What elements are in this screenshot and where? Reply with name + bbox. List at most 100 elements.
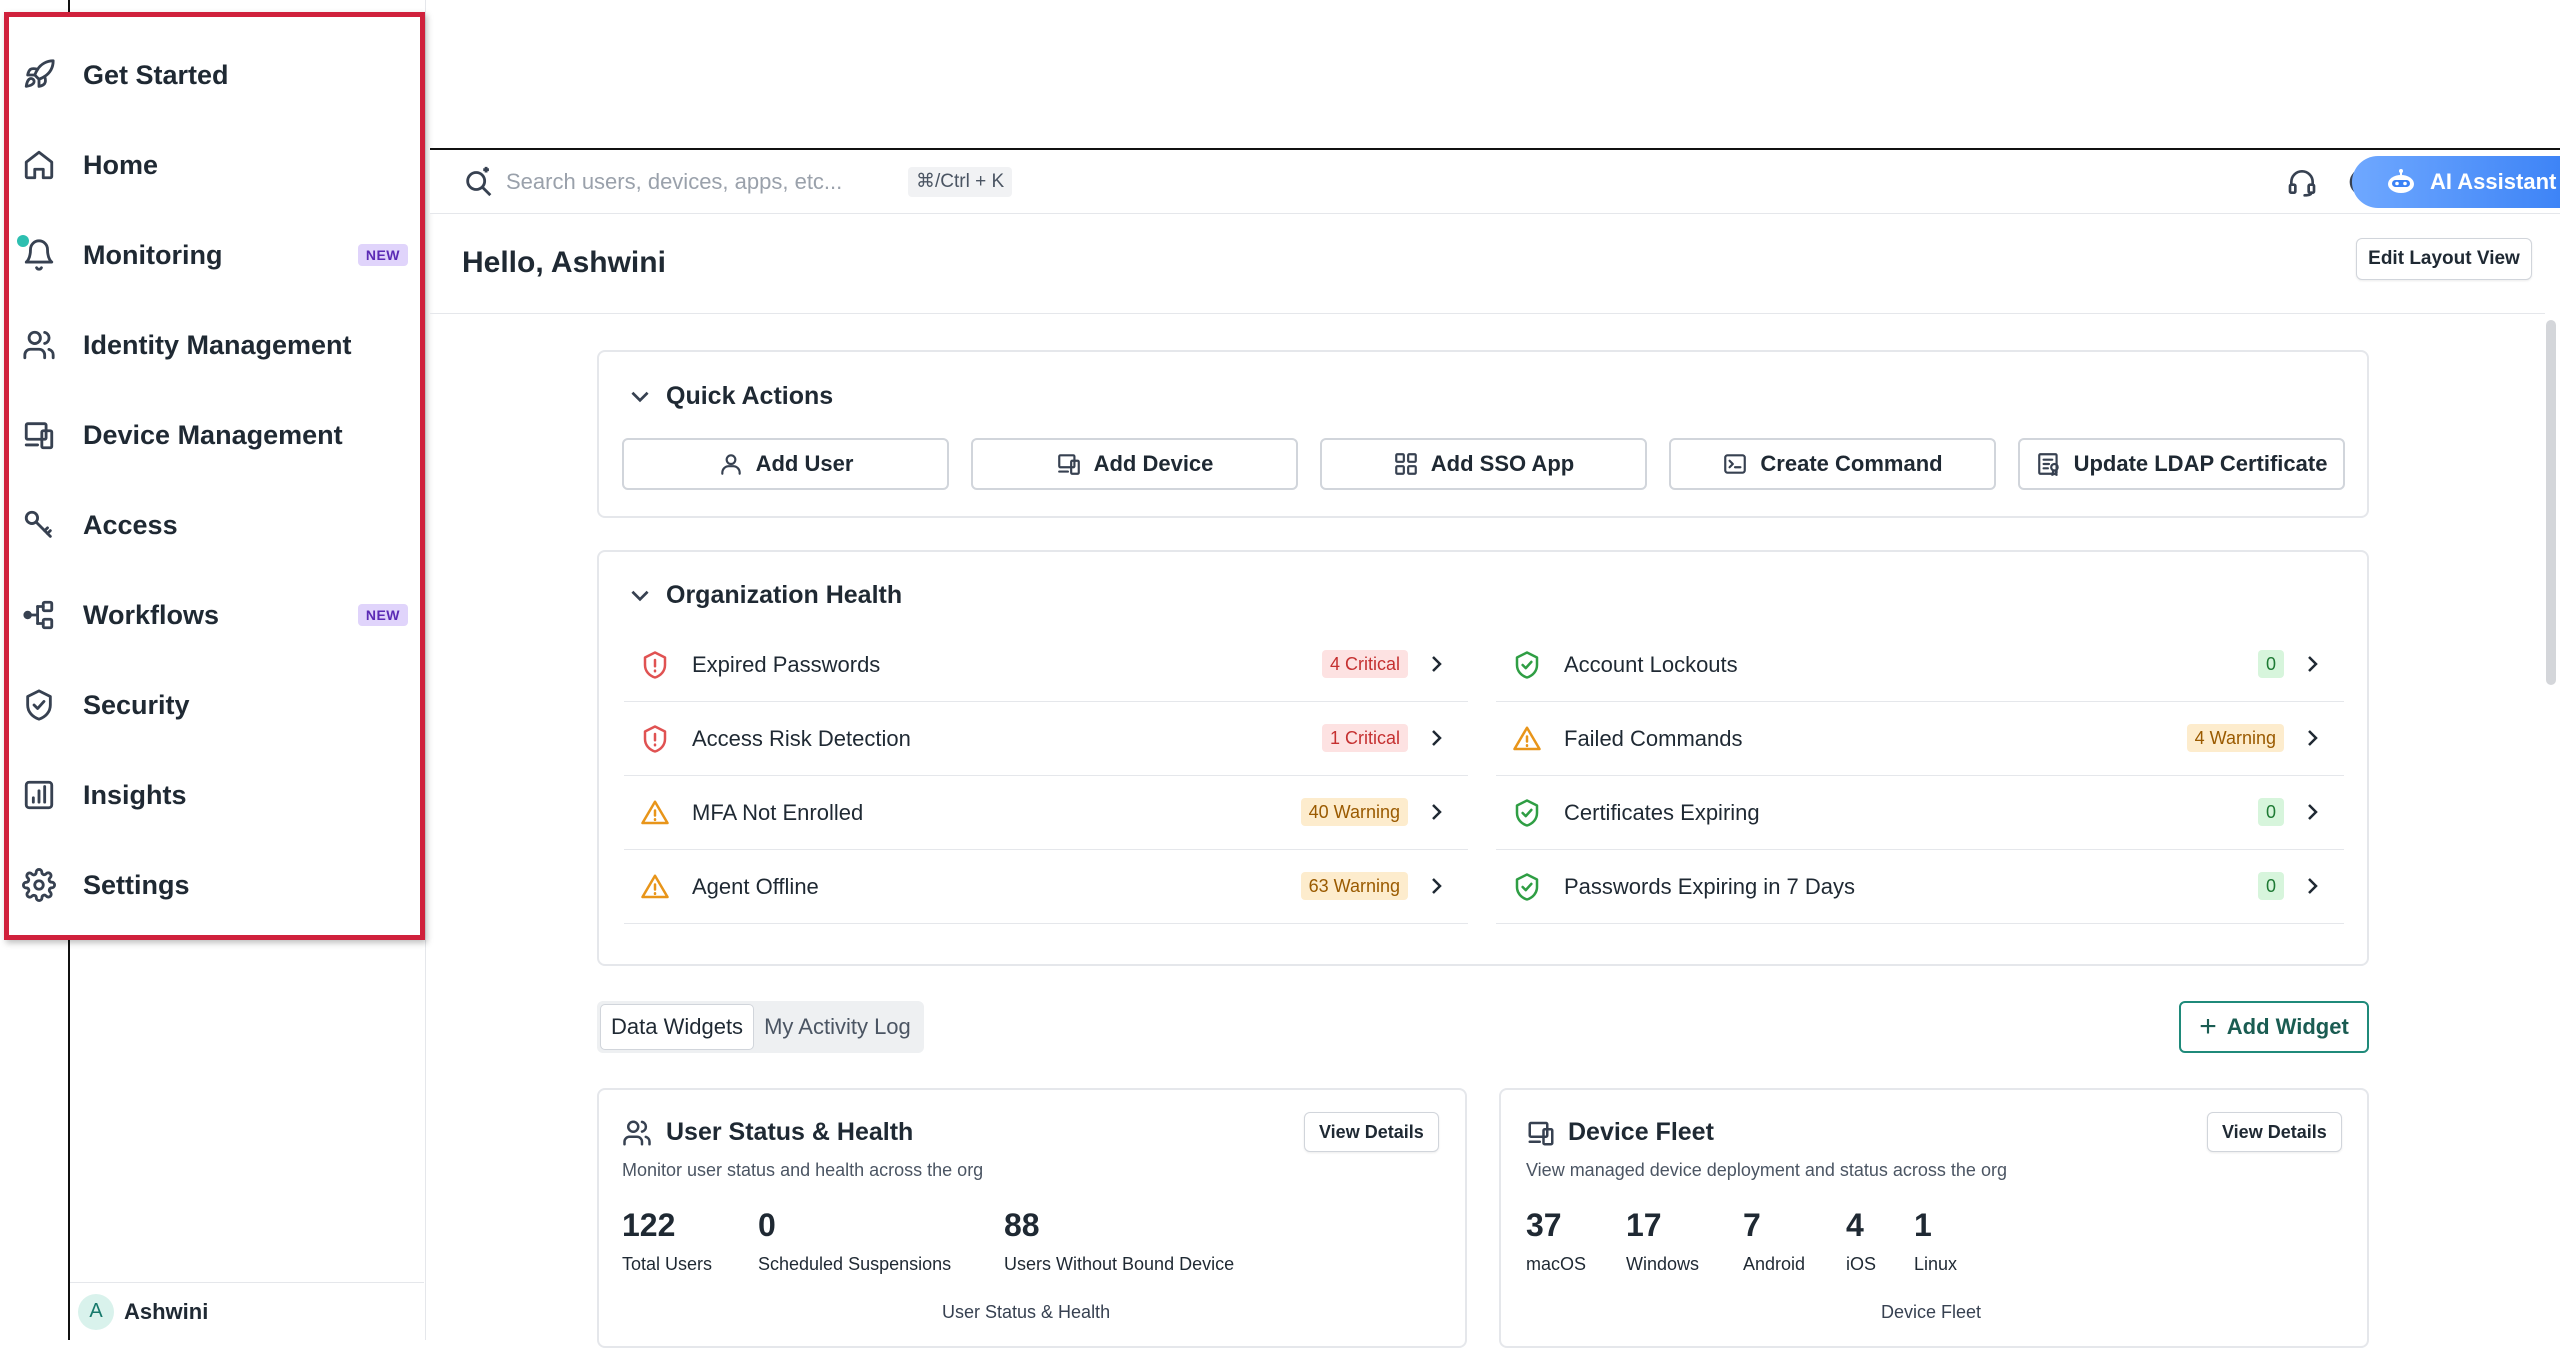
health-row-certificates-expiring[interactable]: Certificates Expiring 0: [1496, 776, 2344, 850]
chevron-right-icon: [2300, 874, 2324, 898]
button-label: Add User: [755, 451, 854, 476]
stat-ios[interactable]: 4 iOS: [1846, 1207, 1876, 1275]
warning-triangle-icon: [640, 872, 670, 902]
add-widget-button[interactable]: + Add Widget: [2179, 1001, 2369, 1053]
stat-windows[interactable]: 17 Windows: [1626, 1207, 1699, 1275]
stat-scheduled-suspensions[interactable]: 0 Scheduled Suspensions: [758, 1207, 951, 1275]
widget-title: User Status & Health: [666, 1118, 914, 1146]
widget-subtitle: View managed device deployment and statu…: [1526, 1160, 2007, 1180]
page-title: Hello, Ashwini: [462, 246, 666, 279]
sidebar-item-home[interactable]: Home: [9, 125, 420, 205]
chevron-down-icon[interactable]: [627, 582, 653, 608]
edit-layout-button[interactable]: Edit Layout View: [2356, 238, 2532, 280]
tab-data-widgets[interactable]: Data Widgets: [600, 1004, 755, 1050]
add-user-button[interactable]: Add User: [622, 438, 949, 490]
stat-users-without-bound-device[interactable]: 88 Users Without Bound Device: [1004, 1207, 1234, 1275]
scrollbar[interactable]: [2546, 320, 2556, 685]
device-icon: [1057, 454, 1080, 475]
status-badge: 63 Warning: [1300, 872, 1408, 900]
stat-total-users[interactable]: 122 Total Users: [622, 1207, 712, 1275]
user-icon: [720, 454, 741, 475]
health-row-access-risk-detection[interactable]: Access Risk Detection 1 Critical: [624, 702, 1468, 776]
ai-assistant-button[interactable]: AI Assistant: [2352, 156, 2560, 208]
new-badge: NEW: [357, 244, 408, 266]
users-icon: [622, 1118, 652, 1148]
sidebar-nav-panel: Get Started Home Monitoring NEW Identity…: [4, 12, 425, 940]
add-sso-app-button[interactable]: Add SSO App: [1320, 438, 1647, 490]
health-row-agent-offline[interactable]: Agent Offline 63 Warning: [624, 850, 1468, 924]
widget-tabs: Data Widgets My Activity Log: [597, 1001, 924, 1053]
rocket-icon: [19, 55, 59, 95]
chevron-right-icon: [1424, 800, 1448, 824]
apps-grid-icon: [1394, 453, 1417, 475]
sidebar-item-label: Insights: [83, 779, 187, 810]
quick-actions-title: Quick Actions: [666, 382, 834, 410]
health-label: Passwords Expiring in 7 Days: [1564, 874, 1856, 899]
sidebar-item-label: Monitoring: [83, 239, 223, 270]
tab-my-activity-log[interactable]: My Activity Log: [754, 1004, 921, 1050]
stat-android[interactable]: 7 Android: [1743, 1207, 1805, 1275]
status-badge: 0: [2257, 798, 2284, 826]
status-badge: 4 Warning: [2186, 724, 2284, 752]
certificate-icon: [2037, 453, 2059, 476]
sidebar-item-settings[interactable]: Settings: [9, 845, 420, 925]
sidebar-item-label: Security: [83, 689, 190, 720]
button-label: Add Widget: [2226, 1014, 2349, 1039]
sidebar-item-label: Home: [83, 149, 159, 180]
sidebar-item-access[interactable]: Access: [9, 485, 420, 565]
key-icon: [19, 505, 59, 545]
warning-triangle-icon: [640, 798, 670, 828]
health-row-passwords-expiring-in-7-days[interactable]: Passwords Expiring in 7 Days 0: [1496, 850, 2344, 924]
sidebar-item-get-started[interactable]: Get Started: [9, 35, 420, 115]
search-input[interactable]: [506, 162, 896, 202]
health-row-account-lockouts[interactable]: Account Lockouts 0: [1496, 628, 2344, 702]
shield-alert-icon: [640, 650, 670, 680]
stat-macos[interactable]: 37 macOS: [1526, 1207, 1586, 1275]
health-label: Failed Commands: [1564, 726, 1743, 751]
health-label: Account Lockouts: [1564, 652, 1738, 677]
sidebar-item-device-management[interactable]: Device Management: [9, 395, 420, 475]
health-row-expired-passwords[interactable]: Expired Passwords 4 Critical: [624, 628, 1468, 702]
health-row-mfa-not-enrolled[interactable]: MFA Not Enrolled 40 Warning: [624, 776, 1468, 850]
view-details-button[interactable]: View Details: [1304, 1112, 1439, 1152]
divider: [430, 313, 2545, 314]
health-label: Access Risk Detection: [692, 726, 911, 751]
user-profile[interactable]: A Ashwini: [70, 1282, 424, 1340]
chevron-right-icon: [2300, 652, 2324, 676]
button-label: Add Device: [1093, 451, 1214, 476]
sidebar-item-security[interactable]: Security: [9, 665, 420, 745]
view-details-button[interactable]: View Details: [2207, 1112, 2342, 1152]
widget-subtitle: Monitor user status and health across th…: [622, 1160, 984, 1180]
widget-footer: Device Fleet: [1881, 1302, 1982, 1322]
sidebar-item-label: Get Started: [83, 59, 229, 90]
health-label: Expired Passwords: [692, 652, 881, 677]
new-badge: NEW: [357, 604, 408, 626]
headset-icon[interactable]: [2284, 164, 2320, 200]
create-command-button[interactable]: Create Command: [1669, 438, 1996, 490]
health-label: Agent Offline: [692, 874, 819, 899]
quick-actions-card: [597, 350, 2369, 518]
chevron-right-icon: [2300, 800, 2324, 824]
update-ldap-certificate-button[interactable]: Update LDAP Certificate: [2018, 438, 2345, 490]
sidebar-item-workflows[interactable]: Workflows NEW: [9, 575, 420, 655]
chart-icon: [19, 775, 59, 815]
top-bar: ⌘/Ctrl + K AI Assistant: [430, 148, 2560, 214]
sidebar-item-label: Settings: [83, 869, 190, 900]
robot-icon: [2388, 169, 2414, 193]
add-device-button[interactable]: Add Device: [971, 438, 1298, 490]
health-row-failed-commands[interactable]: Failed Commands 4 Warning: [1496, 702, 2344, 776]
status-badge: 4 Critical: [1321, 650, 1408, 678]
sidebar-item-monitoring[interactable]: Monitoring NEW: [9, 215, 420, 295]
sidebar-item-identity-management[interactable]: Identity Management: [9, 305, 420, 385]
organization-health-title: Organization Health: [666, 581, 903, 609]
button-label: Add SSO App: [1430, 451, 1575, 476]
chevron-down-icon[interactable]: [627, 383, 653, 409]
bell-icon: [19, 235, 59, 275]
chevron-right-icon: [1424, 726, 1448, 750]
sidebar-item-label: Access: [83, 509, 178, 540]
widget-title: Device Fleet: [1568, 1118, 1714, 1146]
sidebar-item-label: Workflows: [83, 599, 220, 630]
stat-linux[interactable]: 1 Linux: [1914, 1207, 1957, 1275]
gear-icon: [19, 865, 59, 905]
sidebar-item-insights[interactable]: Insights: [9, 755, 420, 835]
